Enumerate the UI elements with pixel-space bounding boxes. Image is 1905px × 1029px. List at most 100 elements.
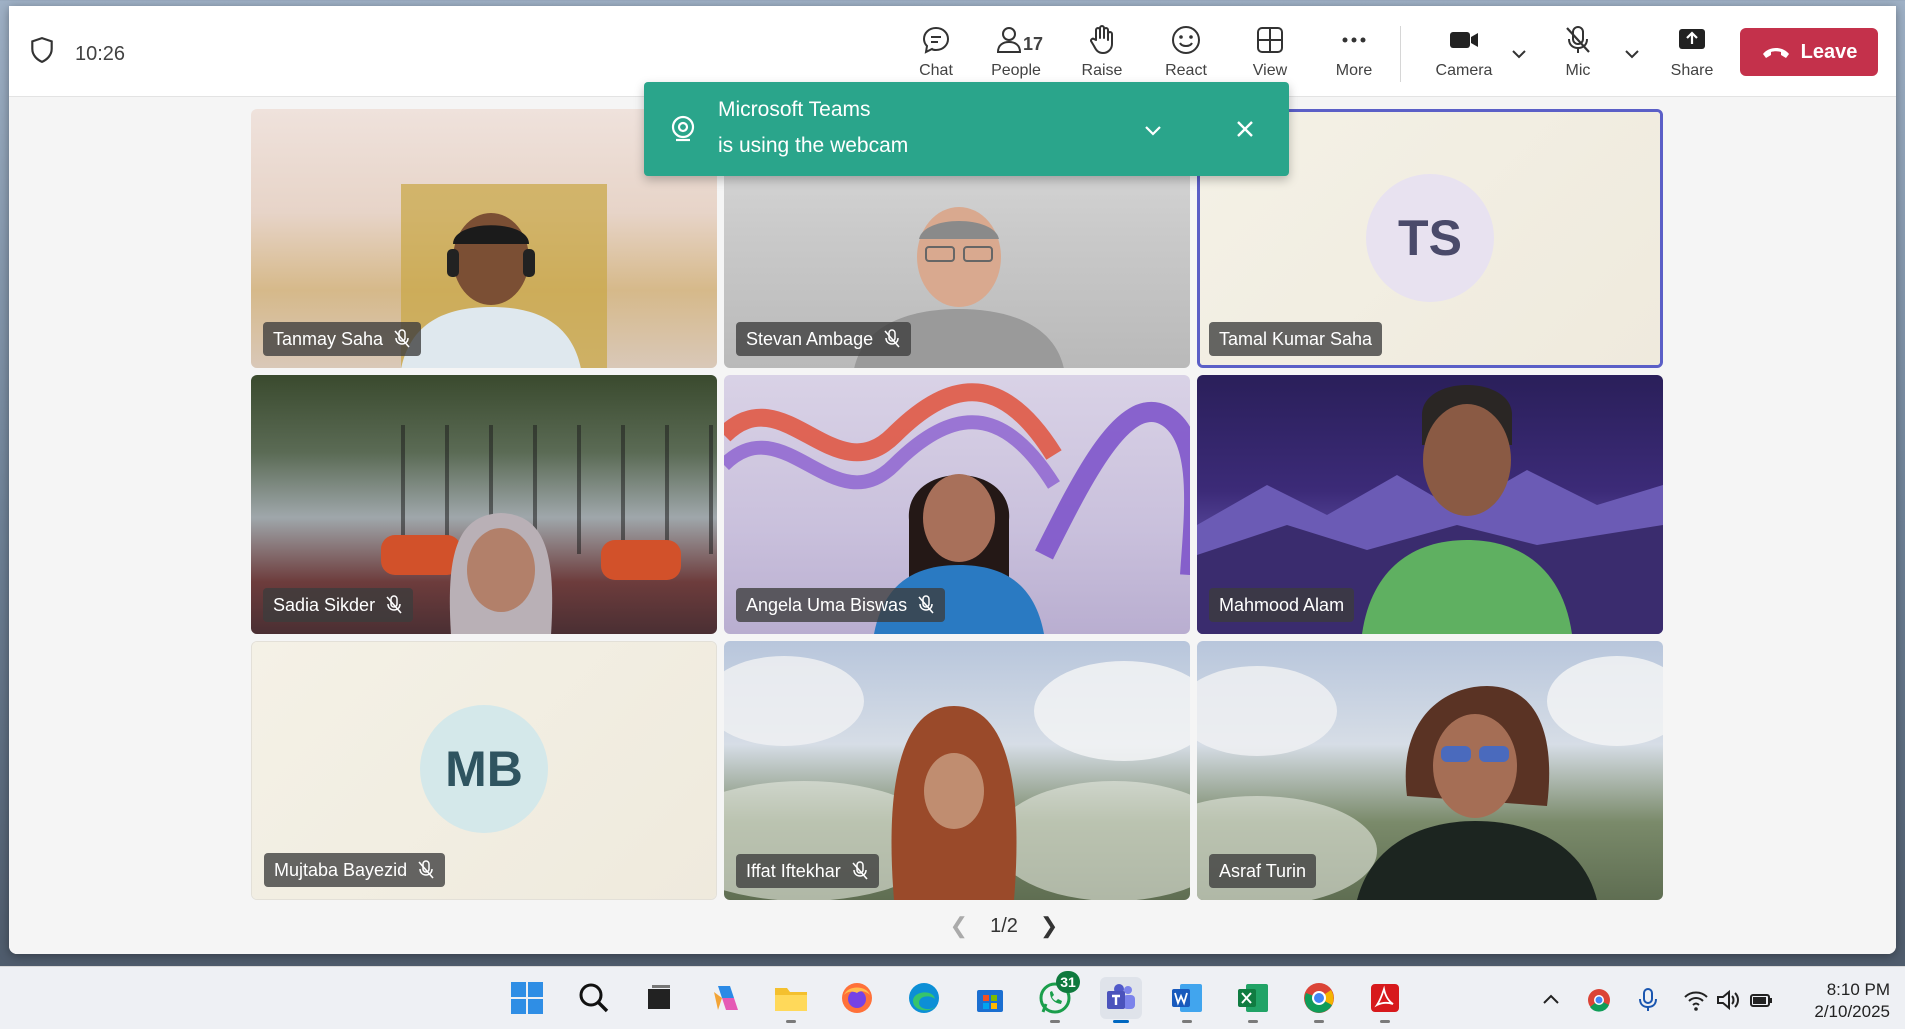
show-hidden-icons-chevron-icon[interactable] (1538, 987, 1564, 1013)
camera-label: Camera (1435, 62, 1493, 79)
microphone-in-use-icon[interactable] (1635, 987, 1661, 1013)
chrome-icon (1304, 983, 1334, 1013)
previous-page-icon[interactable]: ❮ (950, 913, 968, 939)
word-icon (1172, 984, 1202, 1012)
active-indicator (1113, 1020, 1129, 1023)
chrome-tray-icon[interactable] (1586, 987, 1612, 1013)
react-button[interactable]: React (1147, 24, 1225, 90)
participant-name: Stevan Ambage (746, 328, 874, 349)
teams-meeting-window: 10:26 Chat 17 People Raise React View Mo… (9, 6, 1896, 954)
task-view-button[interactable] (638, 977, 680, 1019)
view-button[interactable]: View (1231, 24, 1309, 90)
copilot-button[interactable] (705, 977, 747, 1019)
volume-icon[interactable] (1715, 987, 1741, 1013)
toolbar-divider (1400, 26, 1401, 82)
windows-logo-icon (511, 982, 543, 1014)
mic-options-chevron-icon[interactable] (1622, 44, 1642, 64)
participant-name: Mahmood Alam (1219, 594, 1345, 615)
running-indicator (1380, 1020, 1390, 1023)
participant-nametag: Iffat Iftekhar (736, 854, 879, 888)
more-icon (1342, 37, 1366, 43)
participant-video (449, 513, 553, 634)
notification-message: is using the webcam (718, 134, 909, 157)
wifi-icon[interactable] (1683, 987, 1709, 1013)
mic-off-icon (386, 595, 402, 614)
notification-title: Microsoft Teams (718, 98, 871, 121)
running-indicator (1182, 1020, 1192, 1023)
participant-tile[interactable]: Sadia Sikder (251, 375, 717, 634)
people-button[interactable]: 17 People (977, 24, 1055, 90)
mic-button[interactable]: Mic (1539, 24, 1617, 90)
firefox-button[interactable] (836, 977, 878, 1019)
avatar: MB (420, 705, 548, 833)
system-clock[interactable]: 8:10 PM 2/10/2025 (1790, 979, 1890, 1023)
leave-button[interactable]: Leave (1740, 28, 1878, 76)
raise-hand-button[interactable]: Raise (1063, 24, 1141, 90)
teams-button[interactable] (1100, 977, 1142, 1023)
next-page-icon[interactable]: ❯ (1040, 913, 1058, 939)
acrobat-button[interactable] (1364, 977, 1406, 1023)
participant-nametag: Tamal Kumar Saha (1209, 322, 1383, 356)
close-icon[interactable] (1232, 116, 1258, 142)
chat-button[interactable]: Chat (897, 24, 975, 90)
gallery-pager: ❮ 1/2 ❯ (904, 911, 1104, 941)
search-icon (579, 983, 609, 1013)
webcam-icon (671, 115, 695, 142)
participant-nametag: Mujtaba Bayezid (264, 853, 446, 887)
participant-tile[interactable]: Mahmood Alam (1197, 375, 1663, 634)
people-count: 17 (1023, 34, 1044, 54)
raise-hand-icon (1090, 25, 1113, 54)
video-gallery: Tanmay Saha Stevan Ambage TS Tamal Kumar… (9, 97, 1896, 954)
page-indicator: 1/2 (990, 914, 1018, 937)
participant-tile[interactable]: Angela Uma Biswas (724, 375, 1190, 634)
whatsapp-button[interactable]: 31 (1034, 971, 1080, 1023)
start-button[interactable] (506, 977, 548, 1019)
orange-sofa (601, 540, 681, 580)
participant-nametag: Asraf Turin (1209, 854, 1317, 888)
expand-chevron-icon[interactable] (1141, 118, 1165, 142)
participant-name: Iffat Iftekhar (746, 860, 841, 881)
microsoft-store-button[interactable] (969, 977, 1011, 1019)
camera-icon (1450, 32, 1478, 48)
webcam-notification: Microsoft Teams is using the webcam (644, 82, 1289, 176)
excel-button[interactable] (1232, 977, 1274, 1023)
teams-icon (1107, 984, 1135, 1009)
grid-view-icon (1257, 27, 1283, 53)
clock-date: 2/10/2025 (1814, 1002, 1890, 1021)
shield-icon[interactable] (29, 36, 55, 64)
edge-icon (909, 983, 939, 1013)
more-label: More (1335, 62, 1373, 79)
participant-name: Tamal Kumar Saha (1219, 328, 1373, 349)
share-icon (1679, 29, 1705, 49)
chrome-button[interactable] (1298, 977, 1340, 1023)
raise-label: Raise (1081, 62, 1123, 79)
running-indicator (1248, 1020, 1258, 1023)
file-explorer-button[interactable] (770, 977, 812, 1023)
participant-nametag: Sadia Sikder (263, 588, 414, 622)
excel-icon (1238, 984, 1268, 1012)
react-label: React (1165, 62, 1207, 79)
folder-icon (775, 988, 807, 1011)
participant-name: Mujtaba Bayezid (274, 859, 408, 880)
participant-nametag: Tanmay Saha (263, 322, 422, 356)
mic-off-icon (918, 595, 934, 614)
participant-tile[interactable]: MB Mujtaba Bayezid (251, 641, 717, 900)
participant-name: Angela Uma Biswas (746, 594, 908, 615)
clock-time: 8:10 PM (1826, 980, 1890, 999)
participant-name: Sadia Sikder (273, 594, 376, 615)
battery-icon[interactable] (1748, 987, 1774, 1013)
edge-button[interactable] (903, 977, 945, 1019)
smile-icon (1172, 26, 1200, 54)
participant-tile[interactable]: Iffat Iftekhar (724, 641, 1190, 900)
share-button[interactable]: Share (1653, 24, 1731, 90)
camera-options-chevron-icon[interactable] (1509, 44, 1529, 64)
word-button[interactable] (1166, 977, 1208, 1023)
more-button[interactable]: More (1315, 24, 1393, 90)
mic-off-icon (1566, 26, 1590, 53)
participant-tile[interactable]: Asraf Turin (1197, 641, 1663, 900)
leave-label: Leave (1800, 40, 1858, 63)
search-button[interactable] (573, 977, 615, 1019)
share-label: Share (1670, 62, 1714, 79)
mic-off-icon (852, 861, 868, 880)
camera-button[interactable]: Camera (1425, 24, 1503, 90)
